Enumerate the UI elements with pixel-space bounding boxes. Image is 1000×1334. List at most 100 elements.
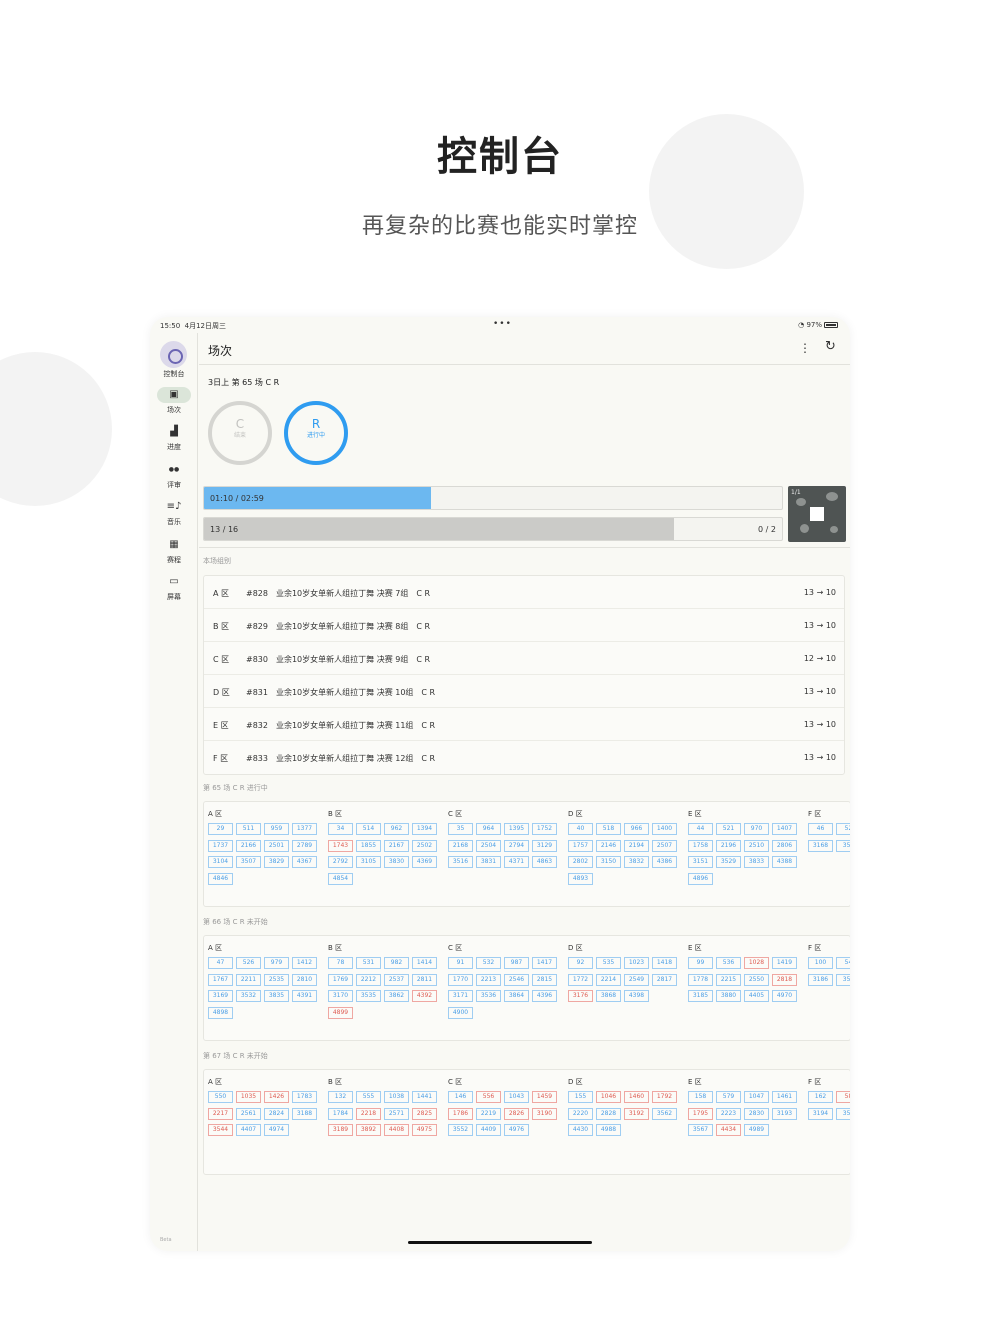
competitor-number-chip[interactable]: 4989 bbox=[744, 1124, 769, 1136]
competitor-number-chip[interactable]: 535 bbox=[596, 957, 621, 969]
logo-icon[interactable] bbox=[160, 341, 187, 368]
competitor-number-chip[interactable]: 2501 bbox=[264, 839, 289, 852]
competitor-number-chip[interactable]: 4405 bbox=[744, 990, 769, 1002]
competitor-number-chip[interactable]: 4976 bbox=[504, 1124, 529, 1136]
competitor-number-chip[interactable]: 1783 bbox=[292, 1091, 317, 1103]
competitor-number-chip[interactable]: 1772 bbox=[568, 973, 593, 986]
competitor-number-chip[interactable]: 4369 bbox=[412, 856, 437, 868]
competitor-number-chip[interactable]: 2196 bbox=[716, 839, 741, 852]
competitor-number-chip[interactable]: 3831 bbox=[476, 856, 501, 868]
competitor-number-chip[interactable]: 2789 bbox=[292, 839, 317, 852]
competitor-number-chip[interactable]: 4900 bbox=[448, 1006, 473, 1019]
group-row[interactable]: C 区 #830 业余10岁女单新人组拉丁舞 决赛 9组 C R 12 → 10 bbox=[204, 642, 844, 675]
competitor-number-chip[interactable]: 2826 bbox=[504, 1107, 529, 1120]
competitor-number-chip[interactable]: 1757 bbox=[568, 839, 593, 852]
competitor-number-chip[interactable]: 4398 bbox=[624, 990, 649, 1002]
competitor-number-chip[interactable]: 979 bbox=[264, 957, 289, 969]
competitor-number-chip[interactable]: 3192 bbox=[624, 1107, 649, 1120]
competitor-number-chip[interactable]: 353 bbox=[836, 973, 850, 986]
competitor-number-chip[interactable]: 162 bbox=[808, 1091, 833, 1103]
competitor-number-chip[interactable]: 2507 bbox=[652, 839, 677, 852]
competitor-number-chip[interactable]: 146 bbox=[448, 1091, 473, 1103]
competitor-number-chip[interactable]: 4896 bbox=[688, 872, 713, 885]
competitor-number-chip[interactable]: 3150 bbox=[596, 856, 621, 868]
competitor-number-chip[interactable]: 1377 bbox=[292, 823, 317, 835]
competitor-number-chip[interactable]: 2219 bbox=[476, 1107, 501, 1120]
competitor-number-chip[interactable]: 4388 bbox=[772, 856, 797, 868]
competitor-number-chip[interactable]: 2792 bbox=[328, 856, 353, 868]
competitor-number-chip[interactable]: 526 bbox=[236, 957, 261, 969]
sidebar-item-console[interactable]: 控制台 bbox=[150, 369, 198, 379]
competitor-number-chip[interactable]: 4863 bbox=[532, 856, 557, 868]
multitasking-dots[interactable]: ••• bbox=[493, 319, 512, 329]
sidebar-item-judges[interactable]: ●● 评审 bbox=[150, 462, 198, 490]
competitor-number-chip[interactable]: 3151 bbox=[688, 856, 713, 868]
competitor-number-chip[interactable]: 1461 bbox=[772, 1091, 797, 1103]
competitor-number-chip[interactable]: 3185 bbox=[688, 990, 713, 1002]
competitor-number-chip[interactable]: 3567 bbox=[688, 1124, 713, 1136]
competitor-number-chip[interactable]: 4893 bbox=[568, 872, 593, 885]
competitor-number-chip[interactable]: 1028 bbox=[744, 957, 769, 969]
competitor-number-chip[interactable]: 3170 bbox=[328, 990, 353, 1002]
competitor-number-chip[interactable]: 1407 bbox=[772, 823, 797, 835]
competitor-number-chip[interactable]: 2815 bbox=[532, 973, 557, 986]
competitor-number-chip[interactable]: 3190 bbox=[532, 1107, 557, 1120]
group-row[interactable]: E 区 #832 业余10岁女单新人组拉丁舞 决赛 11组 C R 13 → 10 bbox=[204, 708, 844, 741]
competitor-number-chip[interactable]: 4434 bbox=[716, 1124, 741, 1136]
competitor-number-chip[interactable]: 1737 bbox=[208, 839, 233, 852]
competitor-number-chip[interactable]: 3536 bbox=[476, 990, 501, 1002]
competitor-number-chip[interactable]: 99 bbox=[688, 957, 713, 969]
competitor-number-chip[interactable]: 1400 bbox=[652, 823, 677, 835]
competitor-number-chip[interactable]: 4371 bbox=[504, 856, 529, 868]
competitor-number-chip[interactable]: 1778 bbox=[688, 973, 713, 986]
competitor-number-chip[interactable]: 2794 bbox=[504, 839, 529, 852]
competitor-number-chip[interactable]: 1426 bbox=[264, 1091, 289, 1103]
competitor-number-chip[interactable]: 1394 bbox=[412, 823, 437, 835]
competitor-number-chip[interactable]: 132 bbox=[328, 1091, 353, 1103]
competitor-number-chip[interactable]: 2223 bbox=[716, 1107, 741, 1120]
competitor-number-chip[interactable]: 4386 bbox=[652, 856, 677, 868]
competitor-number-chip[interactable]: 987 bbox=[504, 957, 529, 969]
competitor-number-chip[interactable]: 2215 bbox=[716, 973, 741, 986]
round-c-ring[interactable]: C 结束 bbox=[208, 401, 272, 465]
competitor-number-chip[interactable]: 2806 bbox=[772, 839, 797, 852]
competitor-number-chip[interactable]: 3868 bbox=[596, 990, 621, 1002]
competitor-number-chip[interactable]: 3171 bbox=[448, 990, 473, 1002]
sidebar-item-schedule[interactable]: ▦ 赛程 bbox=[150, 537, 198, 565]
competitor-number-chip[interactable]: 4396 bbox=[532, 990, 557, 1002]
competitor-number-chip[interactable]: 1414 bbox=[412, 957, 437, 969]
competitor-number-chip[interactable]: 155 bbox=[568, 1091, 593, 1103]
competitor-number-chip[interactable]: 3129 bbox=[532, 839, 557, 852]
competitor-number-chip[interactable]: 3104 bbox=[208, 856, 233, 868]
competitor-number-chip[interactable]: 1460 bbox=[624, 1091, 649, 1103]
competitor-number-chip[interactable]: 1459 bbox=[532, 1091, 557, 1103]
competitor-number-chip[interactable]: 3544 bbox=[208, 1124, 233, 1136]
competitor-number-chip[interactable]: 2824 bbox=[264, 1107, 289, 1120]
competitor-number-chip[interactable]: 2818 bbox=[772, 973, 797, 986]
competitor-number-chip[interactable]: 2146 bbox=[596, 839, 621, 852]
competitor-number-chip[interactable]: 1043 bbox=[504, 1091, 529, 1103]
competitor-number-chip[interactable]: 1441 bbox=[412, 1091, 437, 1103]
competitor-number-chip[interactable]: 353 bbox=[836, 839, 850, 852]
competitor-number-chip[interactable]: 91 bbox=[448, 957, 473, 969]
competitor-number-chip[interactable]: 4391 bbox=[292, 990, 317, 1002]
competitor-number-chip[interactable]: 1418 bbox=[652, 957, 677, 969]
competitor-number-chip[interactable]: 2817 bbox=[652, 973, 677, 986]
competitor-number-chip[interactable]: 4409 bbox=[476, 1124, 501, 1136]
competitor-number-chip[interactable]: 44 bbox=[688, 823, 713, 835]
competitor-number-chip[interactable]: 4854 bbox=[328, 872, 353, 885]
competitor-number-chip[interactable]: 970 bbox=[744, 823, 769, 835]
competitor-number-chip[interactable]: 54 bbox=[836, 957, 850, 969]
competitor-number-chip[interactable]: 2218 bbox=[356, 1107, 381, 1120]
competitor-number-chip[interactable]: 4974 bbox=[264, 1124, 289, 1136]
competitor-number-chip[interactable]: 2535 bbox=[264, 973, 289, 986]
competitor-number-chip[interactable]: 3552 bbox=[448, 1124, 473, 1136]
competitor-number-chip[interactable]: 3835 bbox=[264, 990, 289, 1002]
competitor-number-chip[interactable]: 1038 bbox=[384, 1091, 409, 1103]
competitor-number-chip[interactable]: 4988 bbox=[596, 1124, 621, 1136]
competitor-number-chip[interactable]: 3862 bbox=[384, 990, 409, 1002]
competitor-number-chip[interactable]: 3186 bbox=[808, 973, 833, 986]
sidebar-item-progress[interactable]: ▟ 进度 bbox=[150, 424, 198, 452]
competitor-number-chip[interactable]: 2212 bbox=[356, 973, 381, 986]
competitor-number-chip[interactable]: 92 bbox=[568, 957, 593, 969]
